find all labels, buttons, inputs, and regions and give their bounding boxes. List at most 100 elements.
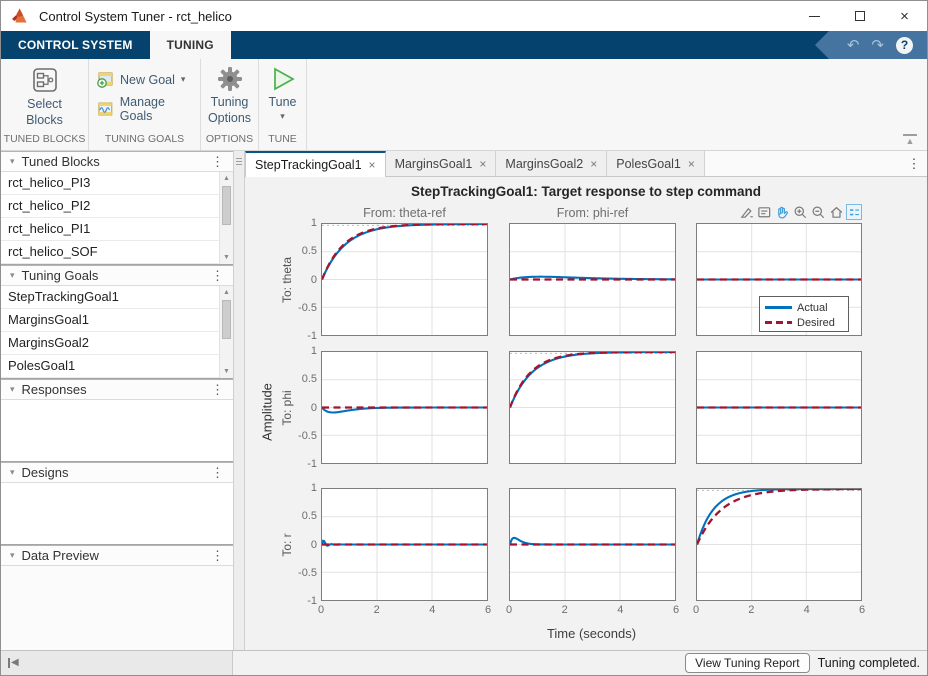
tab-tuning[interactable]: TUNING <box>150 31 231 59</box>
list-item[interactable]: rct_helico_PI1 <box>1 218 233 241</box>
legend-icon[interactable] <box>846 204 862 220</box>
x-tick-label: 6 <box>485 604 491 616</box>
panel-header-datapreview[interactable]: ▾Data Preview⋮ <box>1 545 233 566</box>
collapse-icon[interactable]: ▾ <box>10 156 15 167</box>
close-tab-icon[interactable]: × <box>479 157 486 171</box>
doc-tab-steptrackinggoal1[interactable]: StepTrackingGoal1× <box>245 151 386 177</box>
subplot-r2c2[interactable] <box>509 351 676 464</box>
y-tick-label: 1 <box>287 482 317 494</box>
scroll-up-icon[interactable]: ▲ <box>220 175 233 182</box>
select-blocks-button[interactable]: Select Blocks <box>1 61 88 133</box>
panel-menu-icon[interactable]: ⋮ <box>211 548 233 564</box>
collapse-ribbon-button[interactable]: ▲ <box>903 134 917 145</box>
panel-header-tuninggoals[interactable]: ▾ Tuning Goals ⋮ <box>1 265 233 286</box>
collapse-sidebar-icon: ◀ <box>11 658 19 668</box>
subplot-r1c1[interactable] <box>321 223 488 336</box>
minimize-icon <box>809 16 820 17</box>
legend-line-sample <box>765 315 792 330</box>
zoom-in-icon[interactable] <box>792 204 808 220</box>
group-label-tune: TUNE <box>259 133 306 150</box>
tune-label: Tune <box>268 95 296 111</box>
scroll-down-icon[interactable]: ▼ <box>220 368 233 375</box>
doc-tab-marginsgoal2[interactable]: MarginsGoal2× <box>496 151 607 176</box>
datatip-icon[interactable] <box>756 204 772 220</box>
scroll-thumb[interactable] <box>222 186 231 225</box>
panel-menu-icon[interactable]: ⋮ <box>211 154 233 170</box>
panel-menu-icon[interactable]: ⋮ <box>211 465 233 481</box>
quick-access-toolbar: ↶ ↷ ? <box>815 31 927 59</box>
x-tick-label: 6 <box>859 604 865 616</box>
y-axis-label: Amplitude <box>260 383 275 441</box>
panel-menu-icon[interactable]: ⋮ <box>211 382 233 398</box>
subplot-r2c1[interactable] <box>321 351 488 464</box>
panel-header-tunedblocks[interactable]: ▾Tuned Blocks⋮ <box>1 151 233 172</box>
close-tab-icon[interactable]: × <box>590 157 597 171</box>
panel-header-designs[interactable]: ▾Designs⋮ <box>1 462 233 483</box>
subplot-r1c2[interactable] <box>509 223 676 336</box>
tab-control-system[interactable]: CONTROL SYSTEM <box>1 31 150 59</box>
control-system-tuner-window: Control System Tuner - rct_helico × CONT… <box>0 0 928 676</box>
scrollbar[interactable]: ▲▼ <box>219 172 233 264</box>
list-item[interactable]: rct_helico_PI3 <box>1 172 233 195</box>
list-item[interactable]: rct_helico_SOF <box>1 241 233 264</box>
close-tab-icon[interactable]: × <box>369 158 376 172</box>
home-icon[interactable] <box>828 204 844 220</box>
x-tick-label: 2 <box>562 604 568 616</box>
sidebar-splitter[interactable] <box>233 151 245 650</box>
undo-icon[interactable]: ↶ <box>847 38 860 53</box>
collapse-sidebar-button[interactable]: ◀ <box>8 658 19 668</box>
manage-goals-button[interactable]: Manage Goals <box>97 95 200 123</box>
minimize-button[interactable] <box>792 1 837 31</box>
scroll-up-icon[interactable]: ▲ <box>220 289 233 296</box>
plot-legend[interactable]: ActualDesired <box>759 296 849 332</box>
panel-title: Tuning Goals <box>22 268 99 283</box>
tab-overflow-menu-icon[interactable]: ⋮ <box>901 151 927 176</box>
tune-button[interactable]: Tune ▾ <box>259 61 306 133</box>
y-tick-label: 1 <box>287 345 317 357</box>
subplot-r3c1[interactable] <box>321 488 488 601</box>
subplot-r3c2[interactable] <box>509 488 676 601</box>
panel-header-responses[interactable]: ▾Responses⋮ <box>1 379 233 400</box>
y-tick-label: -1 <box>287 330 317 342</box>
collapse-ribbon-icon: ▲ <box>903 137 917 145</box>
legend-label: Desired <box>797 317 835 329</box>
sidebar-status-strip: ◀ <box>1 651 233 675</box>
panel-menu-icon[interactable]: ⋮ <box>211 268 233 284</box>
scroll-down-icon[interactable]: ▼ <box>220 254 233 261</box>
zoom-out-icon[interactable] <box>810 204 826 220</box>
subplot-r3c3[interactable] <box>696 488 862 601</box>
select-blocks-label: Select Blocks <box>19 97 71 128</box>
subplot-r2c3[interactable] <box>696 351 862 464</box>
list-item[interactable]: MarginsGoal1 <box>1 309 233 332</box>
collapse-icon[interactable]: ▾ <box>10 270 15 281</box>
export-icon[interactable] <box>738 204 754 220</box>
view-tuning-report-button[interactable]: View Tuning Report <box>685 653 810 673</box>
pan-icon[interactable] <box>774 204 790 220</box>
list-item[interactable]: rct_helico_PI2 <box>1 195 233 218</box>
doc-tab-marginsgoal1[interactable]: MarginsGoal1 × <box>386 151 497 176</box>
tune-dropdown-icon[interactable]: ▾ <box>280 111 285 122</box>
scrollbar[interactable]: ▲▼ <box>219 286 233 378</box>
tuning-options-button[interactable]: Tuning Options <box>201 61 258 133</box>
doc-tab-label: MarginsGoal1 <box>395 157 473 171</box>
collapse-icon[interactable]: ▾ <box>10 550 15 561</box>
document-tab-bar: StepTrackingGoal1×MarginsGoal1×MarginsGo… <box>245 151 927 177</box>
close-tab-icon[interactable]: × <box>688 157 695 171</box>
legend-entry: Desired <box>765 315 842 330</box>
new-goal-icon <box>97 71 114 88</box>
doc-tab-polesgoal1[interactable]: PolesGoal1× <box>607 151 705 176</box>
new-goal-button[interactable]: New Goal ▾ <box>97 71 200 88</box>
scroll-thumb[interactable] <box>222 300 231 339</box>
help-icon[interactable]: ? <box>896 37 913 54</box>
list-item[interactable]: StepTrackingGoal1 <box>1 286 233 309</box>
collapse-icon[interactable]: ▾ <box>10 384 15 395</box>
redo-icon[interactable]: ↷ <box>871 38 884 53</box>
close-icon: × <box>900 9 909 24</box>
list-item[interactable]: MarginsGoal2 <box>1 332 233 355</box>
close-button[interactable]: × <box>882 1 927 31</box>
list-item[interactable]: PolesGoal1 <box>1 355 233 378</box>
new-goal-dropdown-icon[interactable]: ▾ <box>181 74 186 85</box>
maximize-button[interactable] <box>837 1 882 31</box>
y-tick-label: 0 <box>287 274 317 286</box>
collapse-icon[interactable]: ▾ <box>10 467 15 478</box>
